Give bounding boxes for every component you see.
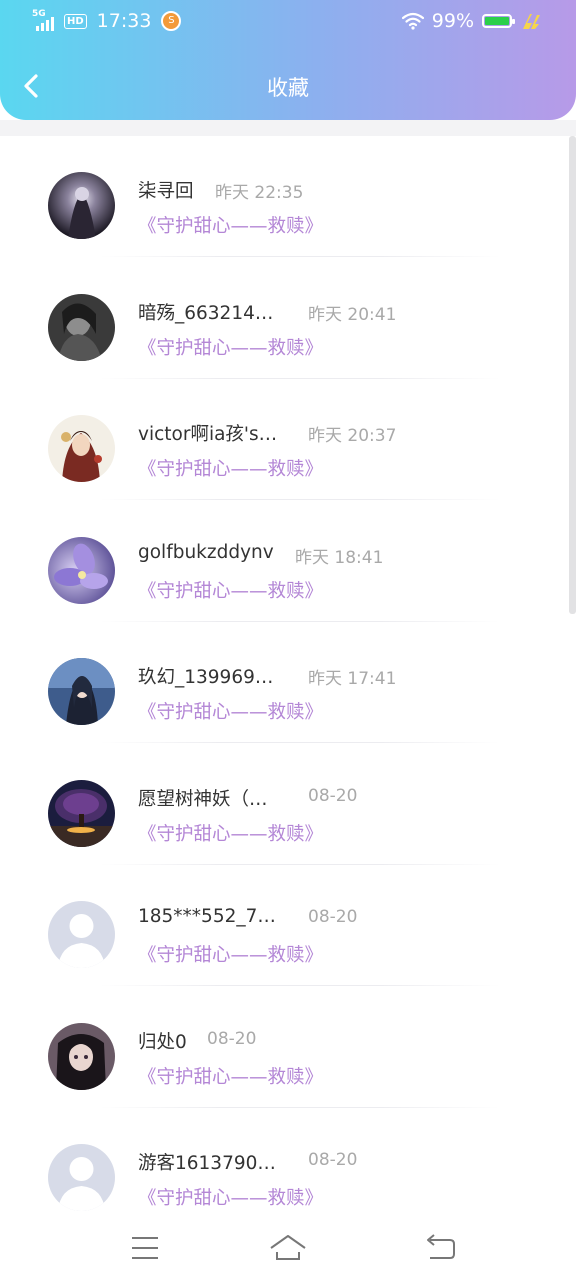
favorite-time: 08-20 [207,1028,257,1049]
favorite-time: 昨天 20:37 [308,426,397,446]
work-title-link[interactable]: 《守护甜心——救赎》 [138,577,323,603]
user-name: victor啊ia孩's… [138,424,278,445]
user-name: 玖幻_139969… [138,667,274,688]
user-avatar[interactable] [48,415,115,482]
system-nav-bar [0,1216,576,1280]
favorites-list: 柒寻回 昨天 22:35 《守护甜心——救赎》 暗殇_663214… 昨天 20:41 《… [0,136,576,1216]
work-title-link[interactable]: 《守护甜心——救赎》 [138,212,323,238]
status-time: 17:33 [96,10,152,32]
home-icon [270,1235,306,1260]
work-title-link[interactable]: 《守护甜心——救赎》 [138,1184,323,1210]
work-title-link[interactable]: 《守护甜心——救赎》 [138,334,323,360]
signal-icon: 5G [32,9,58,31]
user-name: golfbukzddynv [138,541,274,563]
app-notification-icon: S [161,11,182,31]
favorite-time: 08-20 [308,907,358,927]
user-avatar[interactable] [48,1144,115,1211]
user-name: 归处0 [138,1031,187,1053]
charging-icon [523,14,540,29]
favorite-item[interactable]: 暗殇_663214… 昨天 20:41 《守护甜心——救赎》 [0,258,576,379]
return-icon [427,1234,455,1259]
user-avatar[interactable] [48,172,115,239]
favorites-screen: 5G HD 17:33 S 99% 收藏 柒寻回 昨天 22:35 《守护甜心—… [0,0,576,1280]
menu-icon [132,1237,158,1259]
work-title-link[interactable]: 《守护甜心——救赎》 [138,455,323,481]
page-title: 收藏 [267,76,309,100]
user-name: 柒寻回 [138,181,194,202]
favorite-time: 昨天 17:41 [308,669,397,689]
favorite-item[interactable]: victor啊ia孩's… 昨天 20:37 《守护甜心——救赎》 [0,379,576,500]
user-name: 愿望树神妖（… [138,788,268,810]
status-bar: 5G HD 17:33 S 99% [0,0,576,44]
status-left: 5G HD 17:33 S [32,9,182,32]
status-right: 99% [401,10,542,32]
wifi-icon [401,12,424,30]
favorite-item[interactable]: 185***552_7… 08-20 《守护甜心——救赎》 [0,865,576,986]
battery-percent: 99% [431,10,474,32]
work-title-link[interactable]: 《守护甜心——救赎》 [138,941,323,967]
battery-icon [482,14,515,28]
header-bar: 5G HD 17:33 S 99% 收藏 [0,0,576,120]
hd-badge: HD [64,13,87,29]
favorite-item[interactable]: 愿望树神妖（… 08-20 《守护甜心——救赎》 [0,744,576,865]
user-name: 游客1613790… [138,1153,276,1174]
user-name: 暗殇_663214… [138,302,274,324]
favorite-time: 昨天 20:41 [308,304,397,325]
favorite-item[interactable]: golfbukzddynv 昨天 18:41 《守护甜心——救赎》 [0,501,576,622]
work-title-link[interactable]: 《守护甜心——救赎》 [138,1063,323,1089]
favorite-time: 08-20 [308,1150,358,1170]
menu-button[interactable] [125,1230,165,1266]
user-name: 185***552_7… [138,906,276,927]
user-avatar[interactable] [48,536,115,604]
user-avatar[interactable] [48,293,115,361]
favorite-item[interactable]: 游客1613790… 08-20 《守护甜心——救赎》 [0,1108,576,1216]
user-avatar[interactable] [48,779,115,847]
user-avatar[interactable] [48,901,115,968]
user-avatar[interactable] [48,658,115,725]
home-button[interactable] [268,1230,308,1266]
work-title-link[interactable]: 《守护甜心——救赎》 [138,820,323,846]
favorite-time: 08-20 [308,785,358,806]
user-avatar[interactable] [48,1022,115,1090]
favorite-time: 昨天 18:41 [295,547,384,568]
scrollbar[interactable] [569,136,576,614]
work-title-link[interactable]: 《守护甜心——救赎》 [138,698,323,724]
favorite-item[interactable]: 柒寻回 昨天 22:35 《守护甜心——救赎》 [0,136,576,257]
favorite-item[interactable]: 玖幻_139969… 昨天 17:41 《守护甜心——救赎》 [0,622,576,743]
header-spacer [0,120,576,136]
return-button[interactable] [420,1230,460,1266]
favorite-time: 昨天 22:35 [215,183,304,203]
favorite-item[interactable]: 归处0 08-20 《守护甜心——救赎》 [0,987,576,1108]
